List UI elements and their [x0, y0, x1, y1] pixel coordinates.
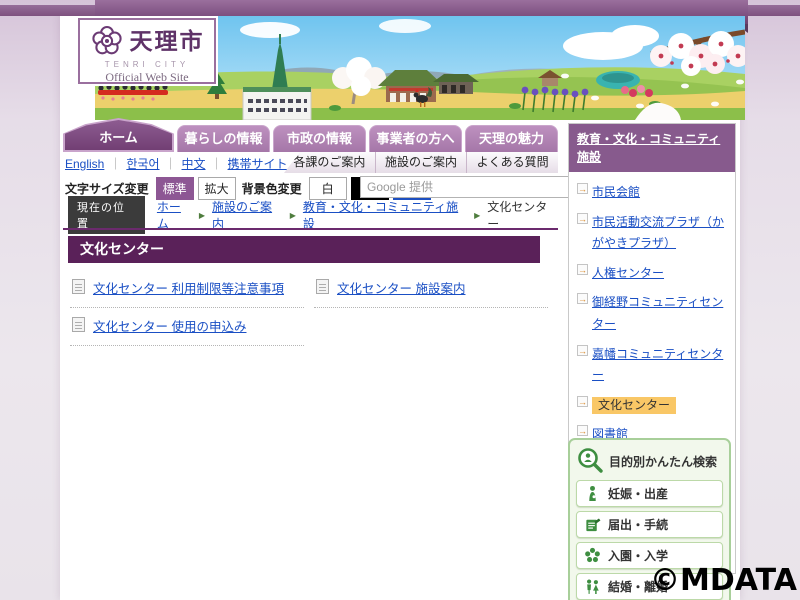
purpose-item-label: 妊娠・出産 — [608, 487, 669, 501]
sidebar-item-mikyono-community-center[interactable]: → 御経野コミュニティセンター — [573, 287, 731, 338]
sidebar-item-kagayaki-plaza[interactable]: → 市民活動交流プラザ（かがやきプラザ） — [573, 207, 731, 258]
breadcrumb: 現在の位置 ホーム ▶ 施設のご案内 ▶ 教育・文化・コミュニティ施設 ▶ 文化… — [68, 196, 558, 234]
separator: ｜ — [109, 157, 122, 171]
page: 天理市 TENRI CITY Official Web Site ホーム 暮らし… — [0, 0, 800, 600]
font-size-enlarge-button[interactable]: 拡大 — [197, 177, 236, 200]
separator: ｜ — [210, 157, 223, 171]
purpose-item-pregnancy-birth[interactable]: 妊娠・出産 — [576, 480, 723, 507]
quick-link-faq[interactable]: よくある質問 — [466, 152, 558, 173]
arrow-icon: → — [577, 395, 588, 407]
utility-row: English ｜ 한국어 ｜ 中文 ｜ 携帯サイト 各課のご案内 施設のご案内 よくある質… — [63, 152, 558, 173]
main-navigation: ホーム 暮らしの情報 市政の情報 事業者の方へ 天理の魅力 — [63, 118, 558, 152]
quick-link-departments[interactable]: 各課のご案内 — [284, 152, 375, 173]
quick-links-strip: 各課のご案内 施設のご案内 よくある質問 — [284, 152, 558, 173]
arrow-icon: → — [577, 183, 588, 194]
lang-link-mobile-site[interactable]: 携帯サイト — [228, 157, 288, 171]
page-title: 文化センター — [68, 236, 540, 263]
tab-home[interactable]: ホーム — [63, 118, 174, 152]
sidebar-item-label[interactable]: 市民活動交流プラザ（かがやきプラザ） — [592, 215, 724, 251]
purpose-search-title: 目的別かんたん検索 — [609, 454, 718, 469]
sidebar-item-label[interactable]: 市民会館 — [592, 185, 640, 199]
sidebar-title-link[interactable]: 教育・文化・コミュニティ施設 — [577, 132, 720, 164]
list-item[interactable]: 文化センター 利用制限等注意事項 — [70, 270, 304, 308]
link-facility-guide[interactable]: 文化センター 施設案内 — [337, 278, 465, 297]
sidebar-item-label[interactable]: 人権センター — [592, 266, 664, 280]
breadcrumb-facilities[interactable]: 施設のご案内 — [212, 198, 283, 232]
tab-tenri-charm[interactable]: 天理の魅力 — [465, 125, 558, 152]
tab-home-label: ホーム — [99, 130, 138, 145]
lang-link-english[interactable]: English — [65, 157, 104, 171]
breadcrumb-separator: ▶ — [198, 210, 206, 220]
tab-for-businesses[interactable]: 事業者の方へ — [369, 125, 462, 152]
tab-living-info[interactable]: 暮らしの情報 — [177, 125, 270, 152]
sidebar-item-label[interactable]: 嘉幡コミュニティセンター — [592, 347, 723, 383]
list-item[interactable]: 文化センター 施設案内 — [314, 270, 548, 308]
purpose-item-label: 届出・手続 — [608, 518, 669, 532]
document-icon — [72, 279, 85, 294]
sidebar-item-jinken-center[interactable]: → 人権センター — [573, 258, 731, 288]
search-input[interactable] — [360, 176, 591, 198]
tenri-emblem-icon — [91, 25, 122, 55]
divider — [63, 228, 558, 230]
font-size-label: 文字サイズ変更 — [65, 182, 149, 196]
link-application-for-use[interactable]: 文化センター 使用の申込み — [93, 316, 246, 335]
lang-link-korean[interactable]: 한국어 — [126, 157, 159, 171]
site-logo[interactable]: 天理市 TENRI CITY Official Web Site — [78, 18, 216, 84]
site-title: 天理市 — [129, 27, 205, 54]
pregnancy-icon — [589, 485, 596, 502]
background-color-label: 背景色変更 — [241, 182, 302, 196]
purpose-item-notifications-procedures[interactable]: 届出・手続 — [576, 511, 723, 538]
site-title-en: TENRI CITY — [104, 60, 190, 69]
link-usage-restrictions[interactable]: 文化センター 利用制限等注意事項 — [93, 278, 284, 297]
purpose-item-label: 入園・入学 — [608, 549, 669, 563]
arrow-icon: → — [577, 263, 588, 275]
arrow-icon: → — [577, 293, 588, 305]
watermark: ©MDATA — [650, 563, 797, 598]
sakura-icon — [585, 547, 600, 563]
sidebar-item-label[interactable]: 御経野コミュニティセンター — [592, 295, 723, 331]
separator: ｜ — [164, 157, 177, 171]
breadcrumb-separator: ▶ — [474, 210, 481, 220]
document-icon — [316, 279, 329, 294]
arrow-icon: → — [577, 425, 588, 437]
procedure-document-icon — [586, 518, 601, 532]
breadcrumb-education-culture[interactable]: 教育・文化・コミュニティ施設 — [303, 198, 467, 232]
arrow-icon: → — [577, 212, 588, 224]
lang-link-chinese[interactable]: 中文 — [182, 157, 206, 171]
list-item[interactable]: 文化センター 使用の申込み — [70, 308, 304, 346]
arrow-icon: → — [577, 344, 588, 356]
bg-white-button[interactable]: 白 — [308, 177, 347, 200]
font-size-standard-button[interactable]: 標準 — [155, 177, 194, 200]
breadcrumb-home[interactable]: ホーム — [157, 198, 192, 232]
document-icon — [72, 317, 85, 332]
couple-icon — [587, 579, 599, 595]
breadcrumb-separator: ▶ — [289, 210, 296, 220]
document-link-list: 文化センター 利用制限等注意事項 文化センター 施設案内 文化センター 使用の申… — [70, 270, 548, 346]
quick-link-facilities[interactable]: 施設のご案内 — [374, 152, 467, 173]
sidebar-item-kahata-community-center[interactable]: → 嘉幡コミュニティセンター — [573, 339, 731, 390]
breadcrumb-current: 文化センター — [487, 200, 548, 231]
sidebar-item-bunka-center-active[interactable]: → 文化センター — [573, 390, 731, 420]
sidebar-active-item-label: 文化センター — [592, 396, 677, 414]
tab-city-government[interactable]: 市政の情報 — [273, 125, 366, 152]
purpose-search-icon — [578, 448, 603, 473]
site-tagline: Official Web Site — [105, 70, 189, 84]
sidebar-item-shimin-kaikan[interactable]: → 市民会館 — [573, 177, 731, 207]
